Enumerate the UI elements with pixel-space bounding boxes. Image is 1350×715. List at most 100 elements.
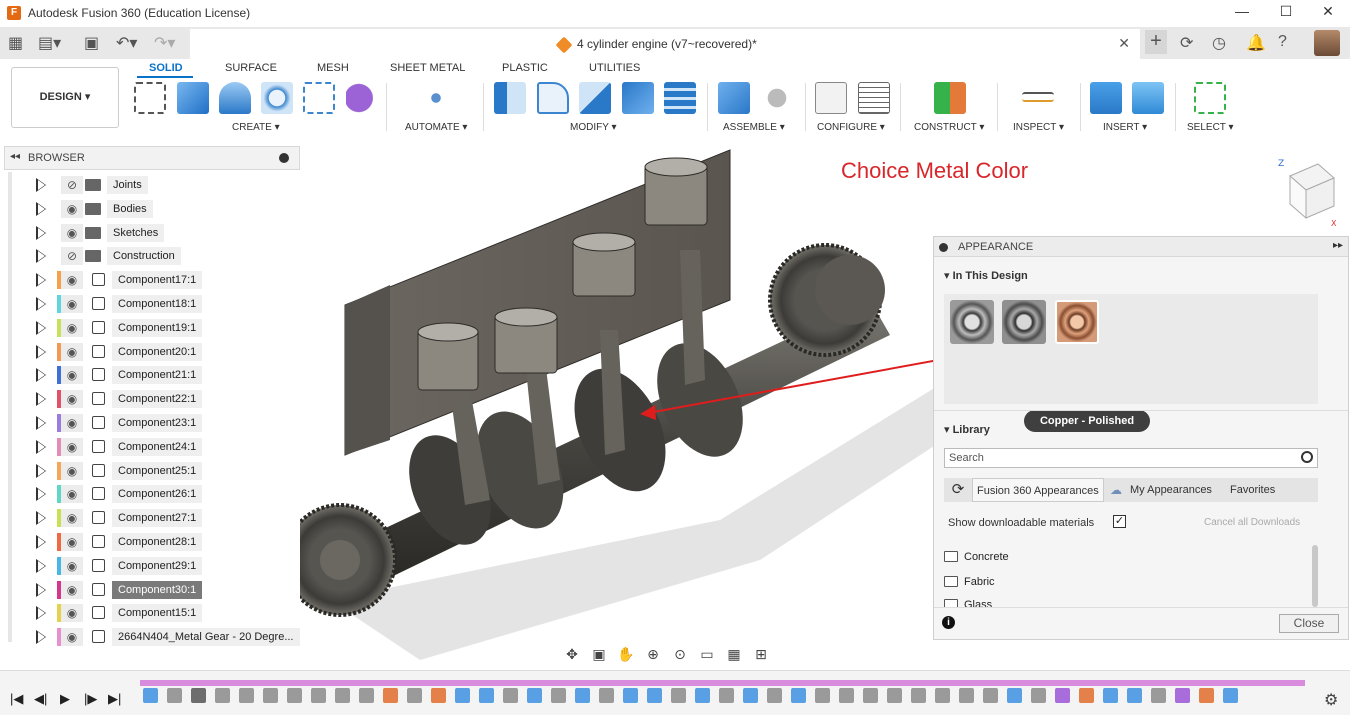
sync-icon[interactable]: ⟳ [1180,33,1193,53]
document-tab[interactable]: 4 cylinder engine (v7~recovered)* ✕ [190,29,1140,59]
timeline-feature-icon[interactable] [527,688,542,703]
expand-triangle-icon[interactable] [36,582,46,597]
eye-icon[interactable]: ◉ [61,223,83,242]
browser-item[interactable]: ◉ Component18:1 [30,293,305,315]
browser-item[interactable]: ◉ Component19:1 [30,317,305,339]
browser-item[interactable]: ◉ Component30:1 [30,579,305,601]
eye-icon[interactable]: ◉ [61,199,83,218]
timeline-feature-icon[interactable] [1103,688,1118,703]
expand-triangle-icon[interactable] [36,630,46,645]
timeline-feature-icon[interactable] [1055,688,1070,703]
expand-triangle-icon[interactable] [36,344,46,359]
create-menu[interactable]: CREATE ▾ [232,122,280,133]
timeline-feature-icon[interactable] [215,688,230,703]
search-icon[interactable] [1301,451,1313,463]
expand-triangle-icon[interactable] [36,249,46,264]
automate-menu[interactable]: AUTOMATE ▾ [405,122,467,133]
timeline-feature-icon[interactable] [863,688,878,703]
eye-icon[interactable]: ◉ [61,318,83,337]
orbit-icon[interactable]: ✥ [560,644,584,664]
library-search-input[interactable]: Search [944,448,1318,468]
cancel-downloads-link[interactable]: Cancel all Downloads [1204,517,1300,528]
eye-icon[interactable]: ◉ [61,342,83,361]
expand-triangle-icon[interactable] [36,368,46,383]
tab-utilities[interactable]: UTILITIES [589,62,640,74]
assemble-menu[interactable]: ASSEMBLE ▾ [723,122,785,133]
timeline-feature-icon[interactable] [1031,688,1046,703]
timeline-feature-icon[interactable] [959,688,974,703]
timeline-feature-icon[interactable] [1127,688,1142,703]
maximize-button[interactable]: ☐ [1264,0,1308,25]
tab-sheet-metal[interactable]: SHEET METAL [390,62,465,74]
timeline-feature-icon[interactable] [551,688,566,703]
timeline-feature-icon[interactable] [575,688,590,703]
expand-triangle-icon[interactable] [36,511,46,526]
configure-table-icon[interactable] [858,82,890,114]
eye-icon[interactable]: ◉ [61,533,83,551]
timeline-feature-icon[interactable] [647,688,662,703]
collapse-browser-icon[interactable]: ◂◂ [10,151,20,162]
save-icon[interactable]: ▣ [84,33,99,53]
viewports-icon[interactable]: ⊞ [749,644,773,664]
timeline-feature-icon[interactable] [263,688,278,703]
hole-icon[interactable] [261,82,293,114]
insert-derive-icon[interactable] [1090,82,1122,114]
timeline-feature-icon[interactable] [1199,688,1214,703]
expand-triangle-icon[interactable] [36,225,46,240]
timeline-feature-icon[interactable] [935,688,950,703]
timeline-feature-icon[interactable] [1151,688,1166,703]
tab-solid[interactable]: SOLID [149,62,183,74]
select-menu[interactable]: SELECT ▾ [1187,122,1234,133]
timeline-feature-icon[interactable] [1079,688,1094,703]
eye-icon[interactable]: ◉ [61,604,83,623]
refresh-icon[interactable]: ⟳ [946,478,970,502]
timeline-last-button[interactable]: ▶| [108,691,121,707]
expand-triangle-icon[interactable] [36,558,46,573]
parameters-icon[interactable] [815,82,847,114]
expand-triangle-icon[interactable] [36,463,46,478]
close-window-button[interactable]: ✕ [1306,0,1350,25]
shell-icon[interactable] [579,82,611,114]
browser-item[interactable]: ◉ Component26:1 [30,483,305,505]
fillet-icon[interactable] [537,82,569,114]
show-downloadable-checkbox[interactable]: ✓ [1113,515,1126,528]
timeline-feature-icon[interactable] [743,688,758,703]
view-cube[interactable]: Z X [1276,158,1338,228]
timeline-feature-icon[interactable] [239,688,254,703]
timeline-feature-icon[interactable] [695,688,710,703]
eye-icon[interactable]: ◉ [61,390,83,409]
press-pull-icon[interactable] [494,82,526,114]
timeline-feature-icon[interactable] [599,688,614,703]
combine-icon[interactable] [622,82,654,114]
user-avatar[interactable] [1314,30,1340,56]
swatch-copper-polished[interactable] [1055,300,1099,344]
swatch-chrome[interactable] [1002,300,1046,344]
tab-my-appearances[interactable]: My Appearances [1130,478,1212,502]
browser-item[interactable]: ◉ Component20:1 [30,341,305,363]
construct-menu[interactable]: CONSTRUCT ▾ [914,122,984,133]
display-settings-icon[interactable]: ▭ [695,644,719,664]
timeline-feature-icon[interactable] [815,688,830,703]
browser-item[interactable]: ◉ Component25:1 [30,460,305,482]
eye-icon[interactable]: ◉ [61,271,83,290]
timeline-feature-icon[interactable] [839,688,854,703]
eye-icon[interactable]: ◉ [61,437,83,456]
browser-item[interactable]: ⊘ Construction [30,245,305,267]
revolve-icon[interactable] [219,82,251,114]
joint-icon[interactable] [761,82,793,114]
expand-panel-icon[interactable]: ▸▸ [1333,240,1343,251]
browser-item[interactable]: ◉ Component23:1 [30,412,305,434]
library-scrollbar[interactable] [1312,545,1318,607]
eye-icon[interactable]: ◉ [61,461,83,480]
timeline-feature-icon[interactable] [431,688,446,703]
timeline-feature-icon[interactable] [1007,688,1022,703]
expand-triangle-icon[interactable] [36,297,46,311]
expand-triangle-icon[interactable] [36,606,46,621]
eye-icon[interactable]: ◉ [61,485,83,504]
timeline-feature-icon[interactable] [167,688,182,703]
look-at-icon[interactable]: ▣ [587,644,611,664]
browser-item[interactable]: ◉ Component24:1 [30,436,305,458]
expand-triangle-icon[interactable] [36,535,46,549]
apps-grid-icon[interactable]: ▦ [8,33,23,53]
offset-face-icon[interactable] [664,82,696,114]
